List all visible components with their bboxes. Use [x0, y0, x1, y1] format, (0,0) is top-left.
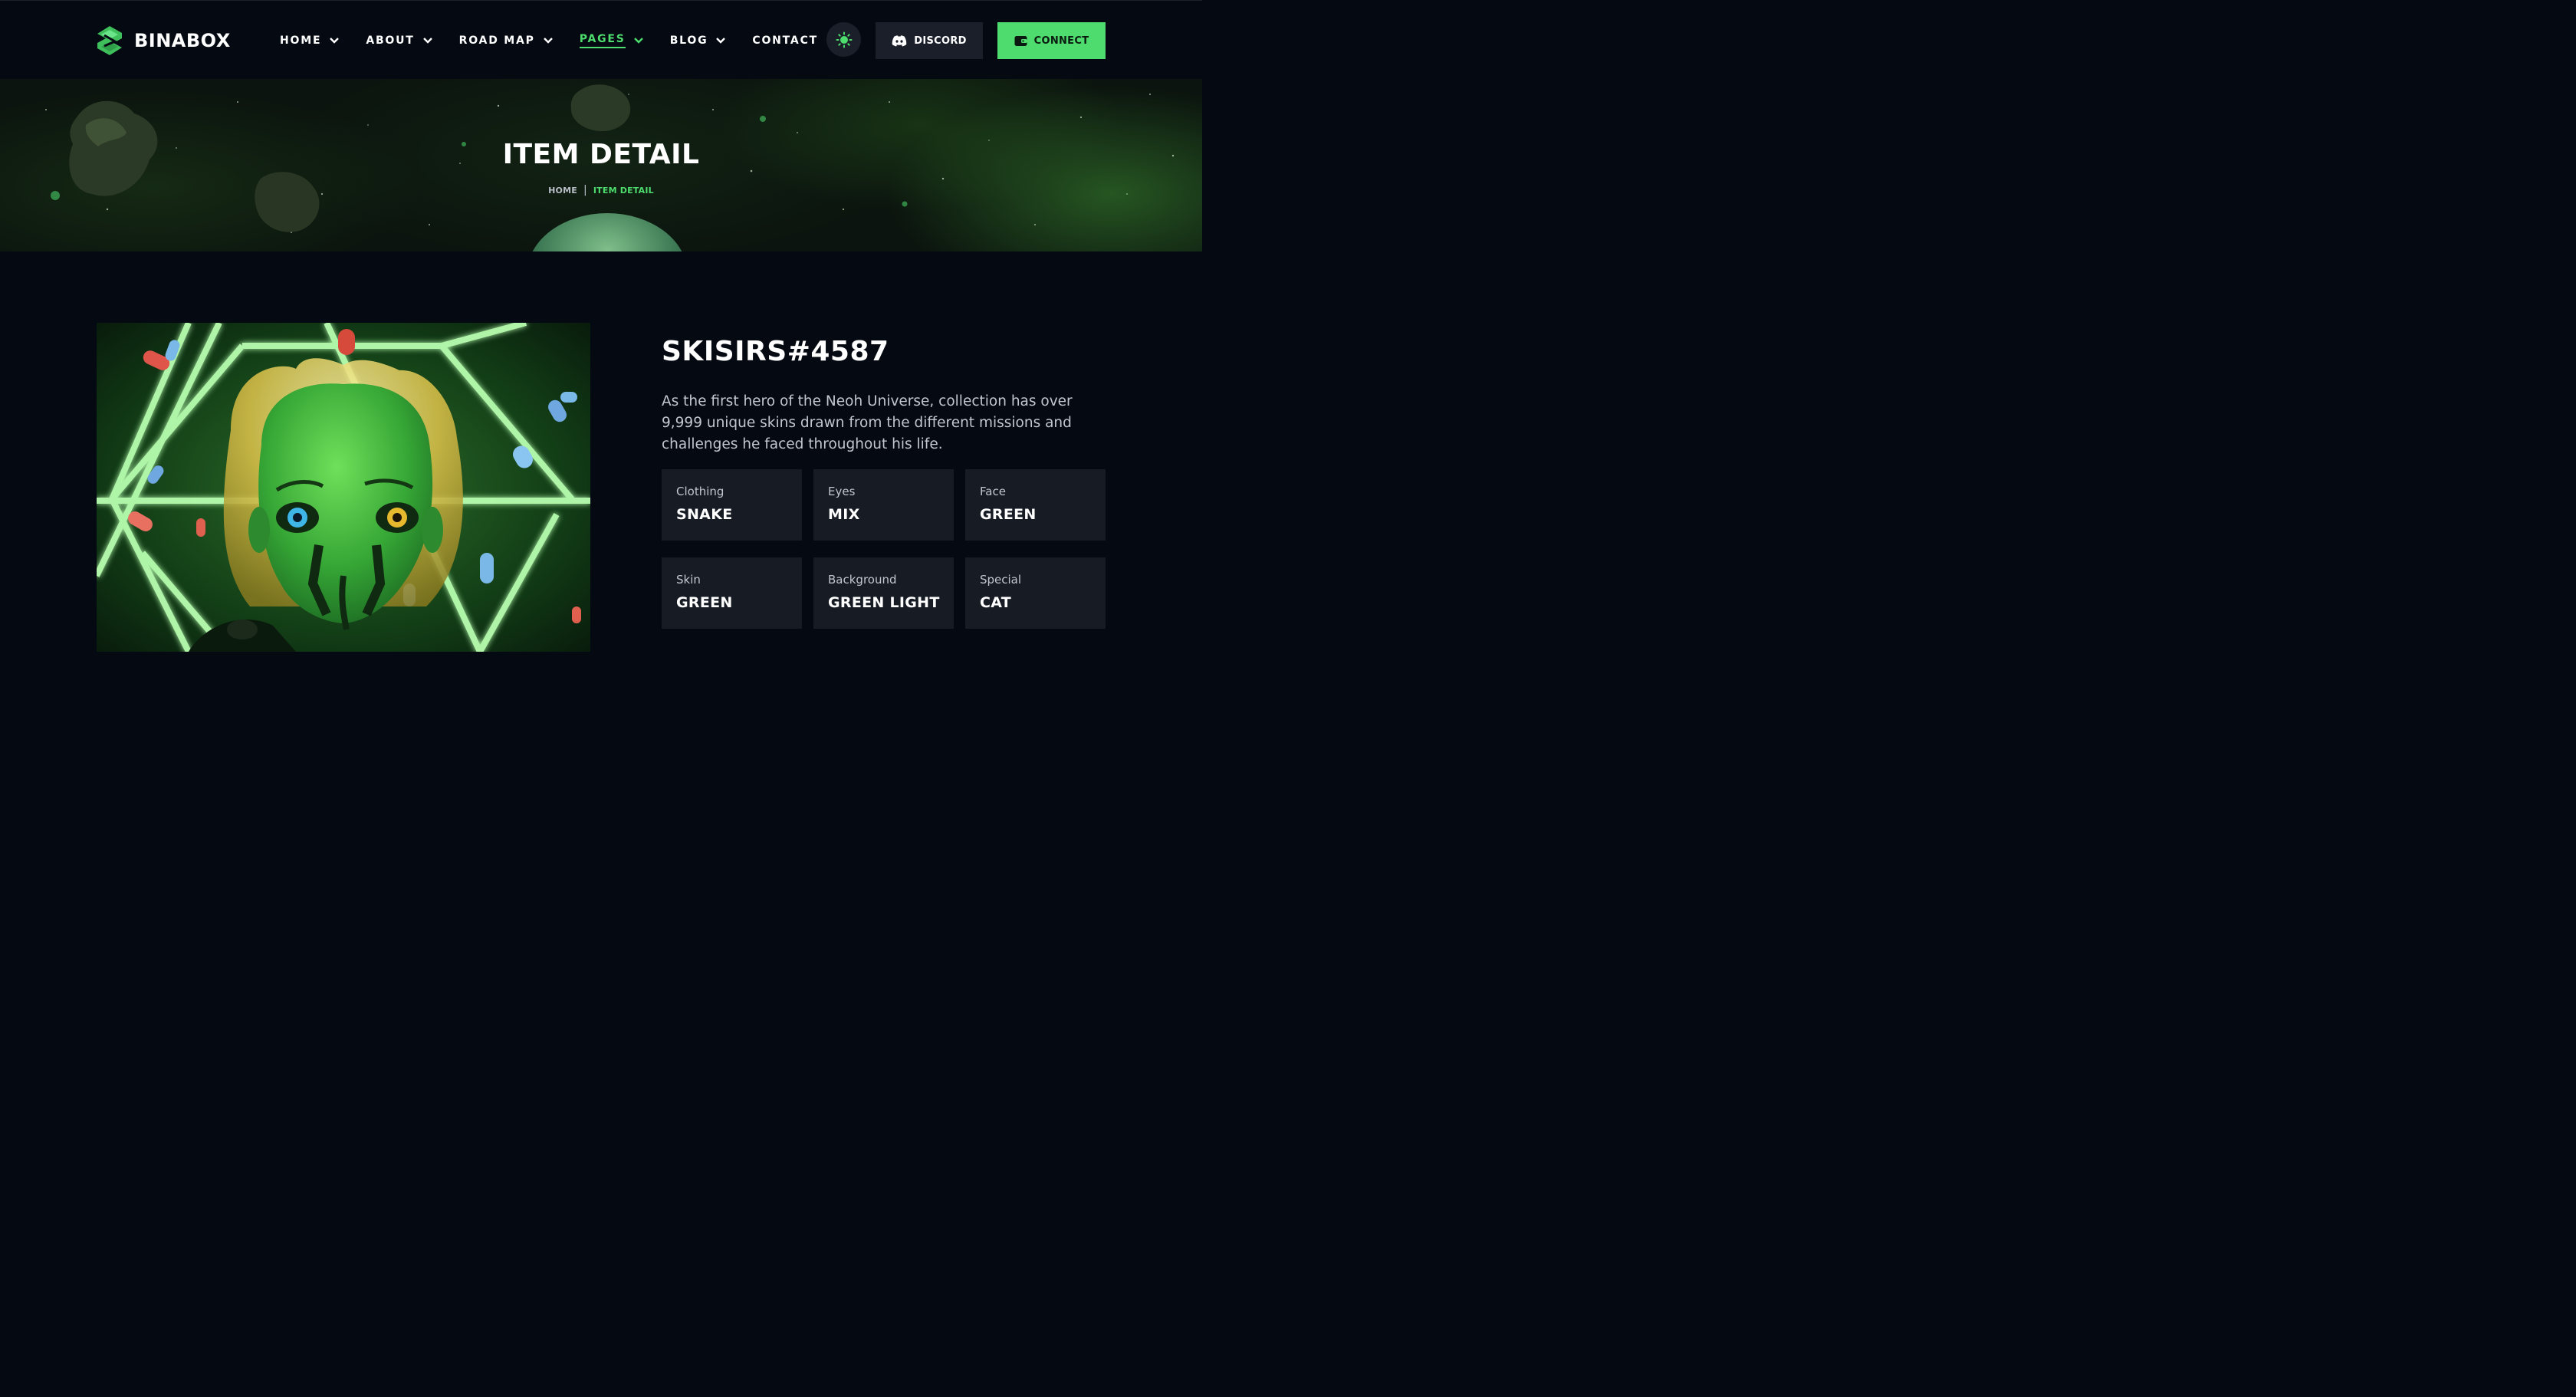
nav-item-road-map[interactable]: ROAD MAP: [459, 31, 554, 50]
chevron-down-icon: [330, 38, 340, 44]
site-header: BINABOX HOME ABOUT ROAD MAP PAGES BLOG C…: [0, 0, 1202, 79]
trait-label: Face: [980, 485, 1006, 498]
trait-label: Eyes: [828, 485, 856, 498]
trait-value: CAT: [980, 594, 1012, 611]
nav-item-pages[interactable]: PAGES: [579, 31, 644, 50]
item-description: As the first hero of the Neoh Universe, …: [662, 393, 1073, 452]
page-banner: ITEM DETAIL HOME | ITEM DETAIL: [0, 79, 1202, 251]
trait-label: Background: [828, 573, 897, 587]
sun-icon: [836, 31, 852, 48]
trait-card-background: Background GREEN LIGHT: [813, 557, 954, 629]
trait-label: Skin: [676, 573, 701, 587]
nav-item-about[interactable]: ABOUT: [366, 31, 432, 50]
nav-label: PAGES: [579, 33, 626, 48]
breadcrumb-current: ITEM DETAIL: [593, 185, 654, 196]
nav-label: HOME: [280, 35, 322, 47]
trait-value: GREEN: [676, 594, 733, 611]
brand-logo[interactable]: BINABOX: [95, 25, 231, 56]
trait-value: SNAKE: [676, 506, 733, 523]
chevron-down-icon: [422, 38, 432, 44]
nav-label: BLOG: [669, 35, 708, 47]
connect-wallet-button[interactable]: CONNECT: [997, 22, 1106, 59]
trait-card-clothing: Clothing SNAKE: [662, 469, 802, 541]
chevron-down-icon: [716, 38, 726, 44]
nav-label: ROAD MAP: [458, 35, 535, 47]
wallet-icon: [1014, 35, 1027, 46]
item-artwork: [97, 323, 590, 652]
brand-name: BINABOX: [134, 30, 231, 51]
trait-value: MIX: [828, 506, 860, 523]
trait-value: GREEN: [980, 506, 1037, 523]
binabox-logo-icon: [97, 26, 122, 55]
discord-label: DISCORD: [914, 35, 967, 47]
nav-item-blog[interactable]: BLOG: [670, 31, 727, 50]
trait-card-face: Face GREEN: [965, 469, 1106, 541]
trait-card-special: Special CAT: [965, 557, 1106, 629]
breadcrumb-home-link[interactable]: HOME: [548, 186, 577, 196]
discord-button[interactable]: DISCORD: [876, 22, 983, 59]
trait-grid: Clothing SNAKE Eyes MIX Face GREEN Skin …: [662, 469, 1106, 629]
nav-item-contact[interactable]: CONTACT: [752, 31, 818, 50]
discord-icon: [892, 35, 907, 46]
nft-character-artwork: [97, 323, 590, 652]
chevron-down-icon: [633, 38, 643, 44]
trait-card-eyes: Eyes MIX: [813, 469, 954, 541]
main-nav: HOME ABOUT ROAD MAP PAGES BLOG CONTACT: [280, 31, 844, 50]
trait-card-skin: Skin GREEN: [662, 557, 802, 629]
nav-item-home[interactable]: HOME: [280, 31, 340, 50]
item-name: SKISIRS#4587: [662, 336, 889, 367]
trait-label: Clothing: [676, 485, 724, 498]
nav-label: CONTACT: [752, 35, 818, 47]
breadcrumb-separator: |: [583, 184, 587, 196]
breadcrumb: HOME | ITEM DETAIL: [0, 184, 1202, 196]
chevron-down-icon: [543, 38, 553, 44]
nav-label: ABOUT: [366, 35, 415, 47]
trait-label: Special: [980, 573, 1022, 587]
trait-value: GREEN LIGHT: [828, 594, 940, 611]
connect-label: CONNECT: [1033, 35, 1089, 47]
theme-toggle-button[interactable]: [826, 22, 861, 57]
page-title: ITEM DETAIL: [502, 139, 700, 170]
